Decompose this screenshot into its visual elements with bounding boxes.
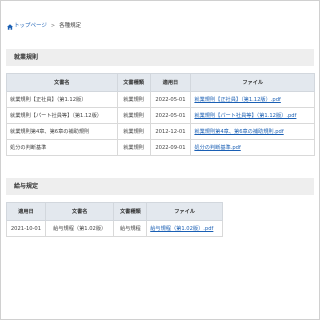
table-header-row: 文書名 文書種類 適用日 ファイル [6,73,315,92]
column-header-name: 文書名 [6,73,118,92]
effective-date-cell: 2021-10-01 [6,220,46,237]
file-cell: 就業規則【正社員】（第1.12版）.pdf [190,91,315,108]
table-row: 就業規則【パート社員等】（第1.12版） 就業規則 2022-05-01 就業規… [6,107,315,124]
home-icon[interactable] [7,23,13,30]
document-name-cell: 処分の判断基準 [6,139,118,156]
column-header-file: ファイル [190,73,315,92]
page-frame: トップページ > 各種規定 就業規則 文書名 文書種類 適用日 ファイル 就業規… [0,0,320,320]
document-name-cell: 就業規則第4章、第6章の補助規則 [6,123,118,140]
table-row: 2021-10-01 給与規程（第1.02版） 給与規程 給与規程（第1.02版… [6,220,223,237]
section-title-salary-rules: 給与規定 [6,178,314,195]
document-type-cell: 就業規則 [116,123,151,140]
column-header-file: ファイル [146,202,223,221]
file-link[interactable]: 就業規則【正社員】（第1.12版）.pdf [194,97,280,103]
file-cell: 給与規程（第1.02版）.pdf [146,220,223,237]
column-header-type: 文書種類 [113,202,148,221]
column-header-name: 文書名 [44,202,115,221]
work-rules-table: 文書名 文書種類 適用日 ファイル 就業規則【正社員】（第1.12版） 就業規則… [6,73,315,156]
document-name-cell: 就業規則【正社員】（第1.12版） [6,91,118,108]
file-link[interactable]: 処分の判断基準.pdf [194,145,240,151]
table-header-row: 適用日 文書名 文書種類 ファイル [6,202,223,221]
effective-date-cell: 2022-05-01 [149,107,192,124]
column-header-type: 文書種類 [116,73,151,92]
file-link[interactable]: 就業規則第4章、第6章の補助規則.pdf [194,129,283,135]
table-row: 処分の判断基準 就業規則 2022-09-01 処分の判断基準.pdf [6,139,315,156]
file-cell: 処分の判断基準.pdf [190,139,315,156]
file-link[interactable]: 給与規程（第1.02版）.pdf [150,226,213,232]
breadcrumb-home-link[interactable]: トップページ [14,23,47,30]
document-type-cell: 就業規則 [116,107,151,124]
document-name-cell: 就業規則【パート社員等】（第1.12版） [6,107,118,124]
document-type-cell: 就業規則 [116,139,151,156]
section-title-work-rules: 就業規則 [6,49,314,66]
effective-date-cell: 2022-05-01 [149,91,192,108]
breadcrumb: トップページ > 各種規定 [7,23,81,30]
document-type-cell: 就業規則 [116,91,151,108]
file-cell: 就業規則【パート社員等】（第1.12版）.pdf [190,107,315,124]
file-cell: 就業規則第4章、第6章の補助規則.pdf [190,123,315,140]
document-name-cell: 給与規程（第1.02版） [44,220,115,237]
breadcrumb-separator: > [50,23,56,29]
effective-date-cell: 2012-12-01 [149,123,192,140]
effective-date-cell: 2022-09-01 [149,139,192,156]
file-link[interactable]: 就業規則【パート社員等】（第1.12版）.pdf [194,113,296,119]
table-row: 就業規則第4章、第6章の補助規則 就業規則 2012-12-01 就業規則第4章… [6,123,315,140]
column-header-date: 適用日 [6,202,46,221]
column-header-date: 適用日 [149,73,192,92]
breadcrumb-current: 各種規定 [59,23,82,29]
salary-rules-table: 適用日 文書名 文書種類 ファイル 2021-10-01 給与規程（第1.02版… [6,202,223,237]
document-type-cell: 給与規程 [113,220,148,237]
table-row: 就業規則【正社員】（第1.12版） 就業規則 2022-05-01 就業規則【正… [6,91,315,108]
